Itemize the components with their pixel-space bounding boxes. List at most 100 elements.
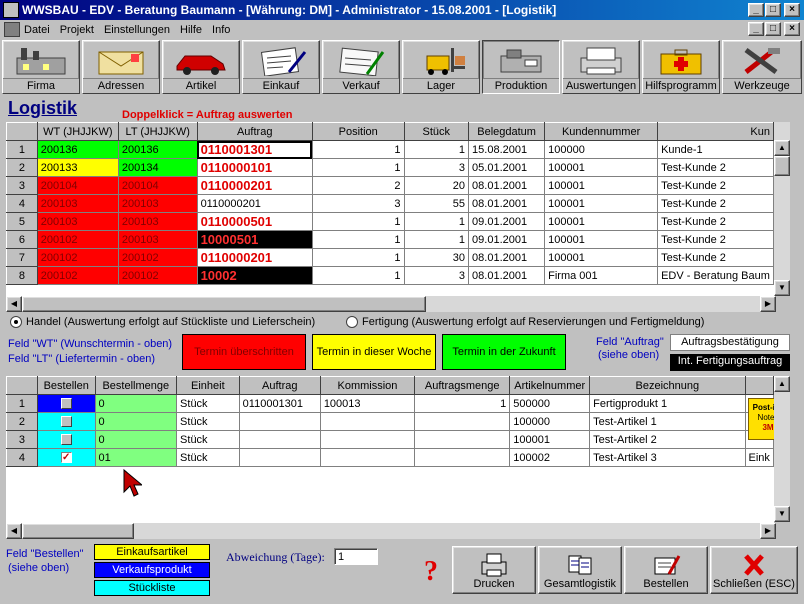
cell-kommission[interactable]	[319, 412, 416, 431]
cell-belegdatum[interactable]: 08.01.2001	[468, 248, 546, 267]
doc-icon[interactable]	[4, 22, 20, 37]
cell-belegdatum[interactable]: 09.01.2001	[468, 212, 546, 231]
doc-minimize-button[interactable]: _	[748, 22, 764, 36]
row-header[interactable]: 3	[6, 176, 38, 195]
cell-auftrag[interactable]	[238, 448, 321, 467]
table-row[interactable]: 8 200102 200102 10002 1 3 08.01.2001 Firma 001 E…	[6, 266, 774, 285]
scroll-down-arrow[interactable]: ▼	[774, 280, 790, 296]
table-row[interactable]: 7 200102 200102 0110000201 1 30 08.01.2001 1000…	[6, 248, 774, 267]
cell-wt[interactable]: 200102	[36, 266, 119, 285]
table-row[interactable]: 1 200136 200136 0110001301 1 1 15.08.2001 10000…	[6, 140, 774, 159]
cell-auftrag[interactable]: 0110001301	[196, 140, 313, 159]
gesamtlogistik-button[interactable]: Gesamtlogistik	[538, 546, 622, 594]
cell-bezeichnung[interactable]: Test-Artikel 1	[589, 412, 746, 431]
cell-kunde[interactable]: Kunde-1	[657, 140, 774, 159]
row-header[interactable]: 2	[6, 158, 38, 177]
doc-close-button[interactable]: ×	[784, 22, 800, 36]
cell-kunde[interactable]: Test-Kunde 2	[657, 230, 774, 249]
toolbar-artikel[interactable]: Artikel	[162, 40, 240, 94]
row-header[interactable]: 5	[6, 212, 38, 231]
order-grid[interactable]: Bestellen Bestellmenge Einheit Auftrag K…	[6, 376, 774, 523]
col-artikelnummer[interactable]: Artikelnummer	[509, 376, 591, 395]
cell-auftragsmenge[interactable]: 1	[414, 394, 511, 413]
col-belegdatum[interactable]: Belegdatum	[468, 122, 546, 141]
cell-auftrag[interactable]: 0110001301	[238, 394, 321, 413]
table-row[interactable]: 2 200133 200134 0110000101 1 3 05.01.2001 10000…	[6, 158, 774, 177]
col-position[interactable]: Position	[311, 122, 405, 141]
cell-lt[interactable]: 200103	[117, 194, 198, 213]
toolbar-firma[interactable]: Firma	[2, 40, 80, 94]
cell-stueck[interactable]: 1	[403, 140, 470, 159]
row-header[interactable]: 2	[6, 412, 38, 431]
cell-position[interactable]: 1	[311, 158, 405, 177]
cell-auftrag[interactable]: 0110000201	[196, 248, 313, 267]
cell-position[interactable]: 1	[311, 212, 405, 231]
order-checkbox[interactable]	[60, 416, 72, 428]
cell-bestellmenge[interactable]: 0	[94, 412, 178, 431]
cell-wt[interactable]: 200104	[36, 176, 119, 195]
cell-stueck[interactable]: 3	[403, 158, 470, 177]
cell-auftrag[interactable]	[238, 412, 321, 431]
cell-lt[interactable]: 200103	[117, 212, 198, 231]
cell-position[interactable]: 1	[311, 248, 405, 267]
minimize-button[interactable]: _	[748, 3, 764, 17]
order-scroll-right-arrow[interactable]: ▶	[760, 523, 776, 539]
cell-position[interactable]: 1	[311, 266, 405, 285]
order-vscroll[interactable]: ▲ ▼	[774, 376, 790, 522]
col-wt[interactable]: WT (JHJJKW)	[36, 122, 119, 141]
cell-bestellen[interactable]	[36, 430, 96, 449]
col-auftragsmenge[interactable]: Auftragsmenge	[414, 376, 511, 395]
cell-bezeichnung[interactable]: Fertigprodukt 1	[589, 394, 746, 413]
col-kunde[interactable]: Kun	[657, 122, 774, 141]
radio-fertigung-dot[interactable]	[346, 316, 358, 328]
cell-bezeichnung[interactable]: Test-Artikel 2	[589, 430, 746, 449]
doc-maximize-button[interactable]: □	[765, 22, 781, 36]
order-checkbox[interactable]: ✓	[60, 452, 72, 464]
cell-auftragsmenge[interactable]	[414, 430, 511, 449]
toolbar-verkauf[interactable]: Verkauf	[322, 40, 400, 94]
order-scroll-down-arrow[interactable]: ▼	[774, 506, 790, 522]
cell-stueck[interactable]: 1	[403, 212, 470, 231]
cell-stueck[interactable]: 55	[403, 194, 470, 213]
hscroll-thumb[interactable]	[22, 296, 426, 312]
cell-auftragsmenge[interactable]	[414, 412, 511, 431]
cell-kundennummer[interactable]: 100001	[544, 212, 659, 231]
cell-wt[interactable]: 200102	[36, 230, 119, 249]
cell-bestellen[interactable]	[36, 394, 96, 413]
col-auftrag[interactable]: Auftrag	[196, 122, 313, 141]
col-bezeichnung[interactable]: Bezeichnung	[589, 376, 746, 395]
list-item[interactable]: 3 0 Stück 100001 Test-Artikel 2	[6, 430, 774, 449]
order-scroll-up-arrow[interactable]: ▲	[774, 376, 790, 392]
cell-position[interactable]: 1	[311, 140, 405, 159]
col-stueck[interactable]: Stück	[403, 122, 470, 141]
cell-wt[interactable]: 200102	[36, 248, 119, 267]
toolbar-adressen[interactable]: Adressen	[82, 40, 160, 94]
cell-kundennummer[interactable]: Firma 001	[544, 266, 659, 285]
cell-belegdatum[interactable]: 15.08.2001	[468, 140, 546, 159]
order-checkbox[interactable]	[60, 398, 72, 410]
cell-wt[interactable]: 200103	[36, 194, 119, 213]
cell-kunde[interactable]: Test-Kunde 2	[657, 176, 774, 195]
close-button[interactable]: ×	[784, 3, 800, 17]
cell-auftragsmenge[interactable]	[414, 448, 511, 467]
cell-kommission[interactable]: 100013	[319, 394, 416, 413]
col-bestellmenge[interactable]: Bestellmenge	[94, 376, 178, 395]
menu-datei[interactable]: Datei	[24, 24, 50, 36]
cell-belegdatum[interactable]: 09.01.2001	[468, 230, 546, 249]
cell-bestellmenge[interactable]: 0	[94, 430, 178, 449]
toolbar-produktion[interactable]: Produktion	[482, 40, 560, 94]
logistics-grid[interactable]: WT (JHJJKW) LT (JHJJKW) Auftrag Position…	[6, 122, 774, 296]
cell-lt[interactable]: 200134	[117, 158, 198, 177]
toolbar-einkauf[interactable]: Einkauf	[242, 40, 320, 94]
schliessen-button[interactable]: Schließen (ESC)	[710, 546, 798, 594]
app-icon[interactable]	[3, 2, 19, 18]
cell-position[interactable]: 1	[311, 230, 405, 249]
order-scroll-left-arrow[interactable]: ◀	[6, 523, 22, 539]
toolbar-hilfsprogramm[interactable]: Hilfsprogramm	[642, 40, 720, 94]
cell-lt[interactable]: 200104	[117, 176, 198, 195]
row-header[interactable]: 1	[6, 140, 38, 159]
cell-bestellmenge[interactable]: 01	[94, 448, 178, 467]
cell-lt[interactable]: 200103	[117, 230, 198, 249]
cell-position[interactable]: 3	[311, 194, 405, 213]
maximize-button[interactable]: □	[765, 3, 781, 17]
